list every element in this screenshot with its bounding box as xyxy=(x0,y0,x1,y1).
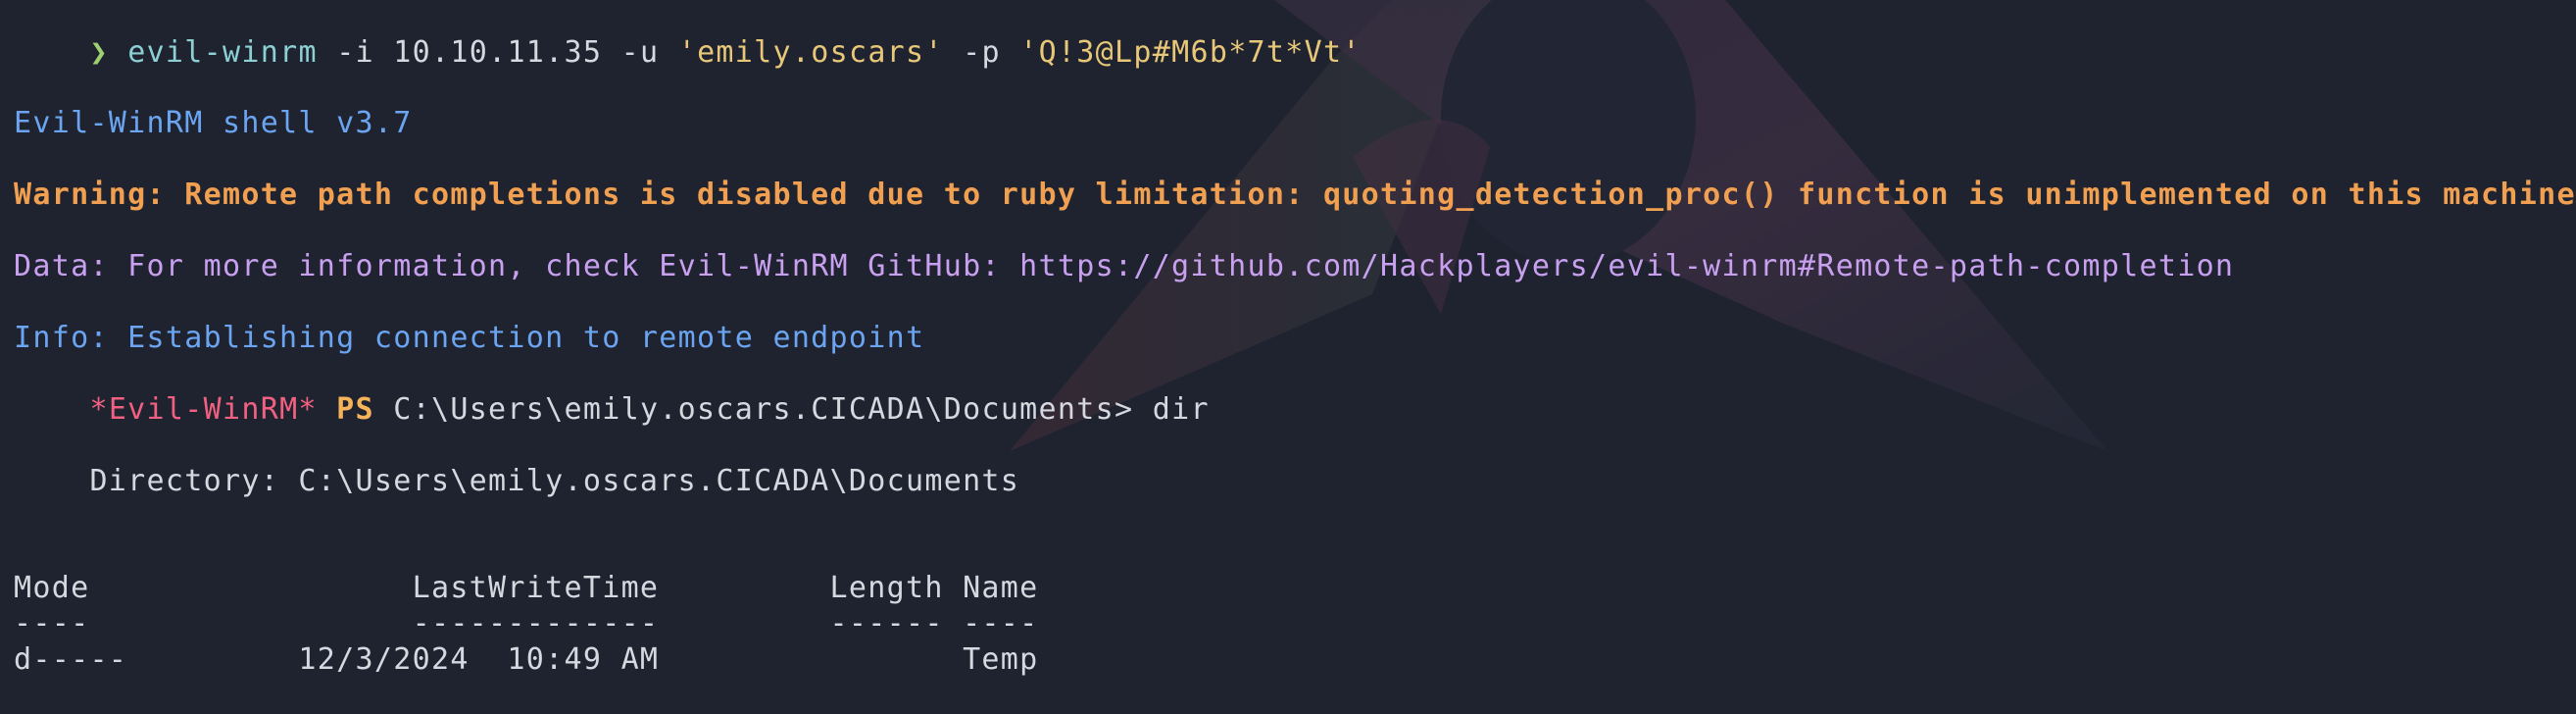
shell-prompt-line: ❯ evil-winrm -i 10.10.11.35 -u 'emily.os… xyxy=(14,0,1362,70)
ps-command: dir xyxy=(1152,392,1210,427)
prompt-chevron-icon: ❯ xyxy=(89,35,109,70)
banner-line: Evil-WinRM shell v3.7 xyxy=(14,106,413,140)
data-line: Data: For more information, check Evil-W… xyxy=(14,249,2235,283)
directory-line: Directory: C:\Users\emily.oscars.CICADA\… xyxy=(14,464,1020,498)
password-arg: 'Q!3@Lp#M6b*7t*Vt' xyxy=(1019,35,1362,70)
command-name: evil-winrm xyxy=(127,35,318,70)
ps-label: PS xyxy=(317,392,374,427)
username-arg: 'emily.oscars' xyxy=(677,35,944,70)
ps-prompt-line: *Evil-WinRM* PS C:\Users\emily.oscars.CI… xyxy=(14,357,1210,427)
ps-path: C:\Users\emily.oscars.CICADA\Documents> xyxy=(373,392,1153,427)
info-line: Info: Establishing connection to remote … xyxy=(14,321,925,355)
terminal-window[interactable]: ❯ evil-winrm -i 10.10.11.35 -u 'emily.os… xyxy=(0,0,2576,714)
password-flag: -p xyxy=(943,35,1020,70)
warning-line: Warning: Remote path completions is disa… xyxy=(14,178,2576,212)
listing-separator: ---- ------------- ------ ---- xyxy=(14,606,1039,640)
listing-header: Mode LastWriteTime Length Name xyxy=(14,571,1039,605)
command-args: -i 10.10.11.35 -u xyxy=(317,35,678,70)
listing-row: d----- 12/3/2024 10:49 AM Temp xyxy=(14,642,1039,677)
ps-shell-name: *Evil-WinRM* xyxy=(89,392,318,427)
